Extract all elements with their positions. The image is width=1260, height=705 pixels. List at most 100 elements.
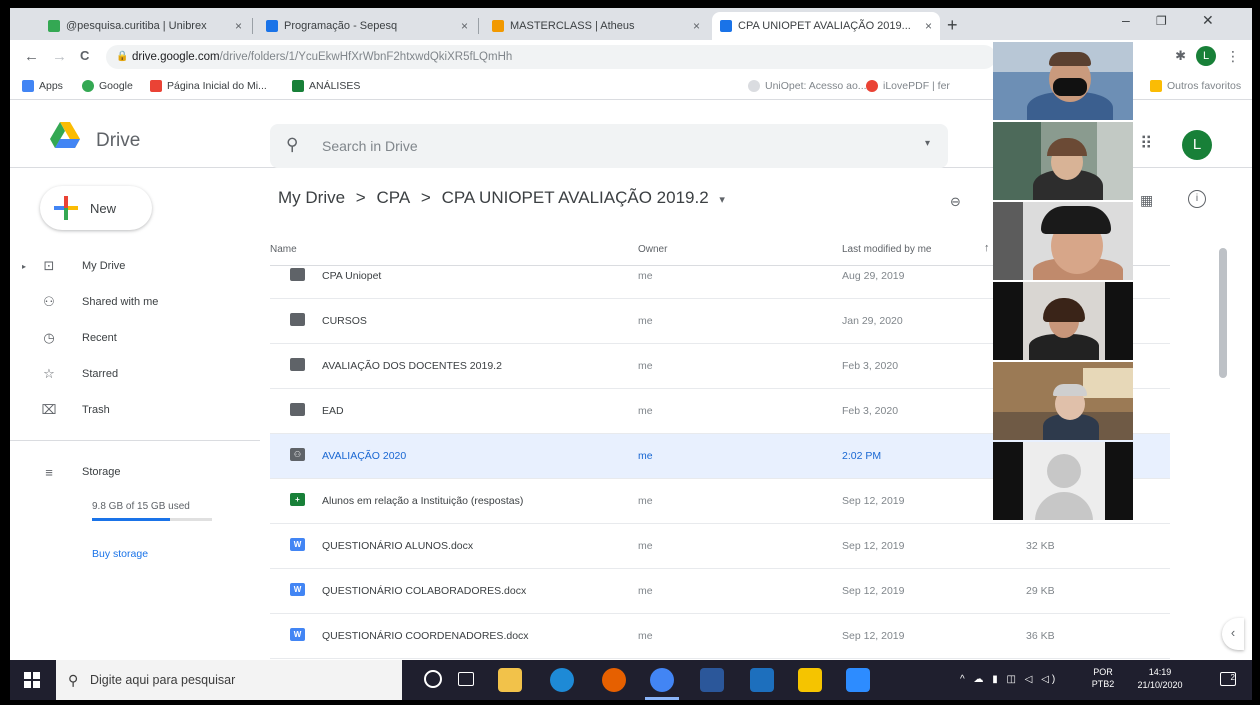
tab-programacao[interactable]: Programação - Sepesq × [258, 12, 476, 40]
search-options-icon[interactable]: ▾ [925, 138, 930, 149]
tray-icons[interactable]: ^ ☁ ▮ ◫ ◁ ◁) [960, 674, 1058, 685]
info-icon[interactable]: i [1188, 190, 1206, 208]
notification-center-icon[interactable]: 2 [1220, 672, 1236, 686]
file-row[interactable]: W QUESTIONÁRIO COORDENADORES.docx me Sep 12… [270, 614, 1170, 659]
file-modified: Feb 3, 2020 [842, 360, 899, 372]
file-modified: Sep 12, 2019 [842, 630, 905, 642]
extensions-icon[interactable]: ✱ [1175, 48, 1186, 64]
google-apps-icon[interactable]: ⠿ [1140, 134, 1152, 154]
recent-icon: ◷ [43, 330, 55, 345]
participant-video[interactable] [993, 122, 1133, 200]
new-button[interactable]: New [40, 186, 152, 230]
drive-logo-icon[interactable] [50, 122, 80, 148]
bookmark-ilovepdf[interactable]: iLovePDF | fer [866, 80, 950, 92]
tab-cpa-uniopet[interactable]: CPA UNIOPET AVALIAÇÃO 2019... × [712, 12, 940, 40]
cortana-icon[interactable] [424, 670, 442, 688]
column-owner[interactable]: Owner [638, 244, 667, 255]
account-avatar[interactable]: L [1182, 130, 1212, 160]
tab-label: CPA UNIOPET AVALIAÇÃO 2019... [738, 20, 911, 32]
sort-arrow-icon[interactable]: ↑ [984, 242, 990, 254]
nav-storage[interactable]: ≡ Storage [10, 456, 260, 488]
close-icon[interactable]: × [229, 19, 242, 33]
participant-video[interactable] [993, 362, 1133, 440]
plus-icon [48, 190, 84, 226]
my-drive-icon: ⊡ [43, 258, 55, 273]
tab-favicon [492, 20, 504, 32]
search-icon[interactable]: ⚲ [286, 135, 298, 155]
nav-label: Shared with me [82, 296, 159, 308]
bookmark-uniopet[interactable]: UniOpet: Acesso ao... [748, 80, 867, 92]
column-name[interactable]: Name [270, 244, 297, 255]
forward-button[interactable]: → [52, 48, 67, 65]
outlook-icon[interactable] [750, 668, 774, 692]
close-icon[interactable]: × [687, 19, 700, 33]
firefox-icon[interactable] [602, 668, 626, 692]
chrome-icon[interactable] [650, 668, 674, 692]
file-row[interactable]: W QUESTIONÁRIO COLABORADORES.docx me Sep 12… [270, 569, 1170, 614]
file-name: QUESTIONÁRIO COORDENADORES.docx [322, 630, 529, 642]
nav-starred[interactable]: ☆ Starred [10, 358, 260, 390]
storage-used-text: 9.8 GB of 15 GB used [92, 501, 190, 512]
breadcrumb-cpa[interactable]: CPA [376, 188, 410, 207]
file-size: 32 KB [1026, 540, 1055, 552]
nav-my-drive[interactable]: ▸ ⊡ My Drive [10, 250, 260, 282]
shared-with-me-icon: ⚇ [43, 294, 55, 309]
edge-icon[interactable] [550, 668, 574, 692]
tab-pesquisa[interactable]: @pesquisa.curitiba | Unibrex × [40, 12, 250, 40]
drive-title[interactable]: Drive [96, 130, 140, 152]
nav-recent[interactable]: ◷ Recent [10, 322, 260, 354]
participant-video[interactable] [993, 42, 1133, 120]
word-icon[interactable] [700, 668, 724, 692]
file-row[interactable]: W QUESTIONÁRIO ALUNOS.docx me Sep 12, 2019 3… [270, 524, 1170, 569]
nav-shared-with-me[interactable]: ⚇ Shared with me [10, 286, 260, 318]
file-modified: Sep 12, 2019 [842, 585, 905, 597]
close-icon[interactable]: × [455, 19, 468, 33]
bookmark-analises[interactable]: ANÁLISES [292, 80, 360, 92]
bookmark-apps[interactable]: Apps [22, 80, 63, 92]
participant-video[interactable] [993, 442, 1133, 520]
buy-storage-link[interactable]: Buy storage [92, 548, 148, 560]
task-view-icon[interactable] [458, 672, 474, 686]
column-last-modified[interactable]: Last modified by me [842, 244, 932, 255]
toolbar-right: ✱ L ⋮ [1175, 46, 1240, 66]
reload-button[interactable]: C [80, 48, 89, 63]
nav-trash[interactable]: ⌧ Trash [10, 394, 260, 426]
drive-search-input[interactable]: ⚲ Search in Drive ▾ [270, 124, 948, 168]
taskbar-search-input[interactable]: ⚲ Digite aqui para pesquisar [56, 660, 402, 700]
bookmark-pagina-inicial[interactable]: Página Inicial do Mi... [150, 80, 267, 92]
file-explorer-icon[interactable] [498, 668, 522, 692]
breadcrumb-separator: > [355, 188, 366, 207]
tab-masterclass[interactable]: MASTERCLASS | Atheus × [484, 12, 708, 40]
windows-taskbar: ⚲ Digite aqui para pesquisar ^ ☁ ▮ ◫ ◁ ◁… [10, 660, 1252, 700]
language-indicator[interactable]: POR PTB2 [1088, 666, 1118, 690]
profile-avatar[interactable]: L [1196, 46, 1216, 66]
menu-dots-icon[interactable]: ⋮ [1226, 48, 1240, 65]
chevron-down-icon[interactable]: ▾ [719, 194, 725, 206]
clock[interactable]: 14:19 21/10/2020 [1130, 666, 1190, 692]
participant-video[interactable] [993, 282, 1133, 360]
new-tab-button[interactable]: + [947, 15, 958, 36]
bookmark-label: Google [99, 80, 133, 92]
file-owner: me [638, 630, 653, 642]
back-button[interactable]: ← [24, 48, 39, 65]
expand-caret-icon[interactable]: ▸ [10, 262, 26, 271]
link-icon[interactable]: ⊖ [950, 194, 961, 210]
breadcrumb-my-drive[interactable]: My Drive [278, 188, 345, 207]
restore-button[interactable]: ❐ [1156, 14, 1167, 28]
participant-video[interactable] [993, 202, 1133, 280]
window-close-button[interactable]: ✕ [1202, 12, 1214, 29]
minimize-button[interactable]: – [1122, 12, 1130, 28]
address-bar[interactable]: 🔒 drive.google.com/drive/folders/1/YcuEk… [106, 45, 996, 69]
file-size: 36 KB [1026, 630, 1055, 642]
sticky-notes-icon[interactable] [798, 668, 822, 692]
breadcrumb-separator: > [420, 188, 431, 207]
file-size: 29 KB [1026, 585, 1055, 597]
close-icon[interactable]: × [919, 19, 932, 33]
zoom-icon[interactable] [846, 668, 870, 692]
breadcrumb-current-folder[interactable]: CPA UNIOPET AVALIAÇÃO 2019.2 [442, 188, 709, 207]
bookmark-outros[interactable]: Outros favoritos [1150, 80, 1241, 92]
windows-start-icon[interactable] [24, 672, 40, 688]
bookmark-google[interactable]: Google [82, 80, 133, 92]
scrollbar[interactable] [1219, 248, 1227, 378]
grid-view-icon[interactable]: ▦ [1140, 192, 1153, 209]
